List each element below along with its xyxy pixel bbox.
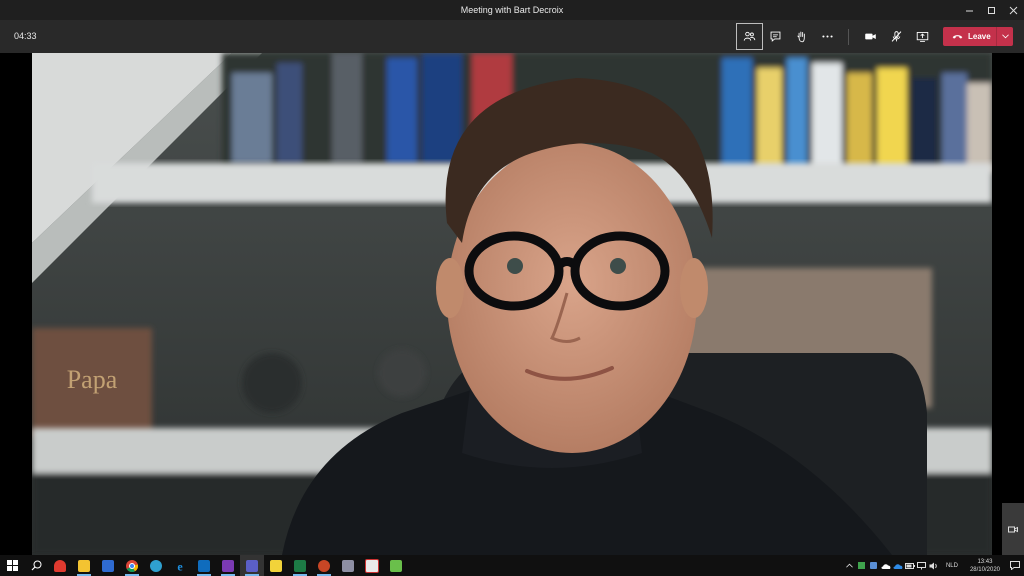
clock-time: 13:43 [977,558,993,565]
camera-button[interactable] [858,24,883,49]
printer-app-icon[interactable] [336,555,360,576]
meeting-controls: Leave [736,23,1013,50]
video-side-button[interactable] [1002,503,1024,555]
leave-options-chevron-icon[interactable] [996,27,1013,46]
internet-explorer-icon[interactable]: e [168,555,192,576]
show-participants-button[interactable] [736,23,763,50]
excel-icon[interactable] [288,555,312,576]
file-explorer-icon[interactable] [72,555,96,576]
notes-app-icon[interactable] [264,555,288,576]
network-app-icon[interactable] [96,555,120,576]
document-app-icon[interactable] [384,555,408,576]
toolbar-divider [848,28,849,45]
tray-security-icon[interactable] [868,555,880,576]
maximize-icon[interactable] [980,0,1002,20]
more-actions-icon [822,35,833,38]
window-title: Meeting with Bart Decroix [460,5,564,15]
chat-button[interactable] [763,24,788,49]
teams-icon[interactable] [240,555,264,576]
window-title-bar: Meeting with Bart Decroix [0,0,1024,20]
video-stage: Papa [0,53,1024,555]
system-tray: NLD 13:43 28/10/2020 [844,555,1024,576]
volume-icon[interactable] [928,555,940,576]
picture-frame-text: Papa [67,365,118,394]
svg-text:e: e [177,560,183,572]
raise-hand-button[interactable] [789,24,814,49]
microphone-button[interactable] [884,24,909,49]
taskbar-clock[interactable]: 13:43 28/10/2020 [970,558,1000,574]
window-controls [958,0,1024,20]
network-icon[interactable] [916,555,928,576]
onenote-icon[interactable] [216,555,240,576]
show-participants-icon [743,31,756,41]
participant-video-feed[interactable]: Papa [32,53,992,555]
chat-icon [770,31,781,42]
input-language-indicator[interactable]: NLD [946,563,958,569]
minimize-icon[interactable] [958,0,980,20]
camera-icon [865,33,876,40]
close-icon[interactable] [1002,0,1024,20]
share-screen-button[interactable] [910,24,935,49]
share-screen-icon [916,31,929,42]
edge-icon[interactable] [144,555,168,576]
meeting-timer: 04:33 [14,31,37,41]
windows-taskbar: e NLD 13:43 28/10/2020 [0,555,1024,576]
onedrive-icon[interactable] [880,555,892,576]
onedrive-business-icon[interactable] [892,555,904,576]
leave-button[interactable]: Leave [943,27,1013,46]
windows-start-icon[interactable] [0,555,24,576]
leave-label: Leave [968,32,991,41]
tray-app-icon[interactable] [856,555,868,576]
show-hidden-icons-chevron-icon[interactable] [844,555,856,576]
security-app-icon[interactable] [48,555,72,576]
outlook-icon[interactable] [192,555,216,576]
meeting-control-bar: 04:33 Leave [0,20,1024,53]
search-icon[interactable] [24,555,48,576]
more-actions-button[interactable] [815,24,840,49]
raise-hand-icon [797,31,805,43]
photos-app-icon[interactable] [360,555,384,576]
participant-video-image: Papa [32,53,992,555]
battery-icon[interactable] [904,555,916,576]
hang-up-icon [952,33,963,40]
action-center-icon[interactable] [1006,555,1024,576]
chrome-icon[interactable] [120,555,144,576]
camera-switch-icon [1008,526,1018,532]
powerpoint-icon[interactable] [312,555,336,576]
microphone-muted-icon [891,31,902,42]
clock-date: 28/10/2020 [969,566,1000,573]
